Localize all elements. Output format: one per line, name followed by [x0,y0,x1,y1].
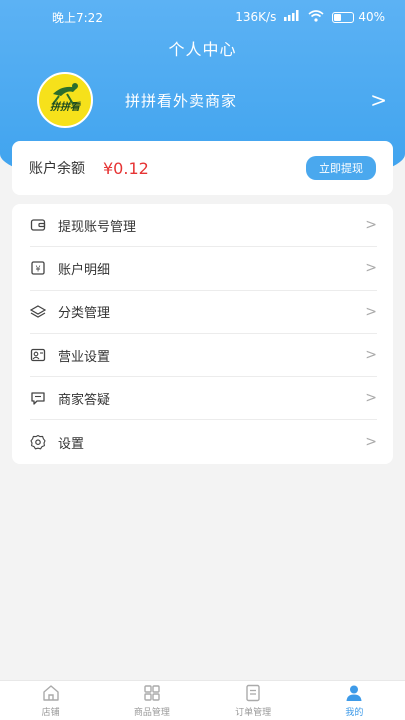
chevron-right-icon: > [365,260,377,277]
wallet-icon [30,217,46,233]
menu-item-label: 分类管理 [58,306,111,322]
gear-icon [30,434,46,450]
avatar[interactable]: 拼拼看 [37,72,93,128]
battery-level: 40% [358,10,385,24]
tab-label: 商品管理 [133,708,170,718]
avatar-logo-text: 拼拼看 [50,102,80,113]
tab-label: 我的 [345,708,364,718]
chevron-right-icon: > [365,347,377,364]
chevron-right-icon: > [365,434,377,451]
menu-item-label: 营业设置 [58,349,111,365]
tab-product-management[interactable]: 商品管理 [101,681,202,720]
id-card-icon [30,347,46,363]
chevron-right-icon: > [365,217,377,234]
tab-store[interactable]: 店铺 [0,681,101,720]
chevron-right-icon[interactable]: > [370,88,387,112]
status-time: 晚上7:22 [52,10,103,25]
battery-indicator: 40% [332,10,385,24]
svg-text:¥: ¥ [35,265,40,274]
menu-item-withdraw-account[interactable]: 提现账号管理 > [30,204,377,248]
balance-card: 账户余额 ¥0.12 立即提现 [12,141,393,195]
bottom-tab-bar: 店铺 商品管理 订单管理 我的 [0,680,405,720]
tab-label: 店铺 [41,708,60,718]
tab-label: 订单管理 [235,708,272,718]
menu-item-business-settings[interactable]: 营业设置 > [30,334,377,378]
wifi-icon [308,9,324,25]
store-icon [42,685,59,701]
balance-label: 账户余额 [29,161,85,177]
withdraw-button[interactable]: 立即提现 [306,156,376,180]
menu-item-category-management[interactable]: 分类管理 > [30,291,377,334]
menu-item-account-details[interactable]: ¥ 账户明细 > [30,247,377,291]
profile-row[interactable]: 拼拼看 拼拼看外卖商家 > [37,72,387,128]
menu-item-label: 商家答疑 [58,392,111,408]
menu-item-label: 账户明细 [58,262,111,278]
menu-item-label: 设置 [58,436,85,452]
user-icon [346,685,362,701]
menu-item-merchant-faq[interactable]: 商家答疑 > [30,377,377,421]
merchant-name: 拼拼看外卖商家 [125,91,238,110]
layers-icon [30,304,46,320]
chevron-right-icon: > [365,390,377,407]
page-title: 个人中心 [168,40,237,59]
status-bar: 晚上7:22 136K/s 40% [0,0,405,34]
signal-icon [284,10,300,24]
order-icon [246,684,260,702]
yuan-receipt-icon: ¥ [30,260,46,276]
menu-card: 提现账号管理 > ¥ 账户明细 > 分类管理 > 营业设置 > 商家答疑 > 设… [12,204,393,464]
grid-icon [144,685,160,701]
menu-item-label: 提现账号管理 [58,219,137,235]
battery-icon [332,11,355,23]
menu-item-settings[interactable]: 设置 > [30,420,377,463]
balance-value: ¥0.12 [103,158,149,178]
network-speed: 136K/s [235,10,277,24]
tab-mine[interactable]: 我的 [304,681,405,720]
chevron-right-icon: > [365,303,377,320]
message-icon [30,390,46,406]
tab-order-management[interactable]: 订单管理 [203,681,304,720]
